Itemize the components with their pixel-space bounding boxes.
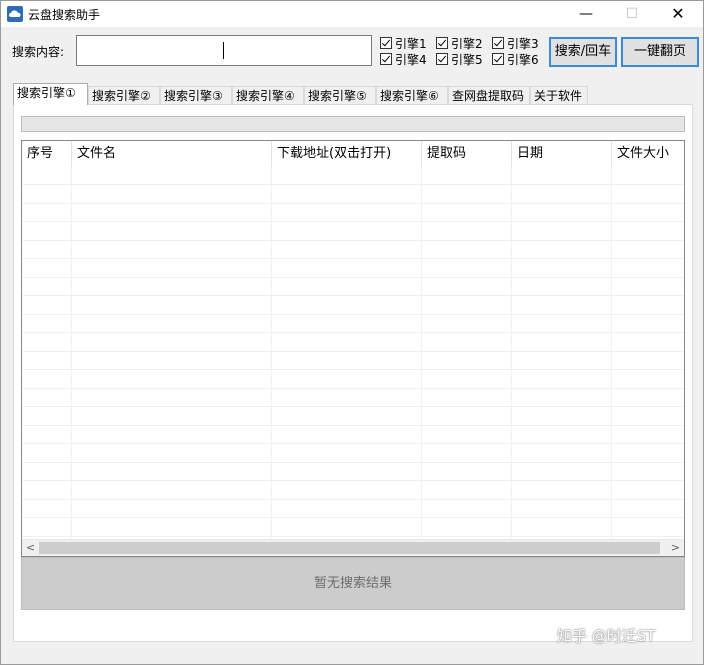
maximize-button[interactable]: ☐ [609, 1, 655, 27]
title-bar: 云盘搜索助手 — ☐ ✕ [1, 1, 703, 27]
tab-engine-2[interactable]: 搜索引擎② [88, 86, 160, 105]
row-divider [22, 332, 684, 333]
row-divider [22, 499, 684, 500]
tab-engine-4[interactable]: 搜索引擎④ [232, 86, 304, 105]
row-divider [22, 277, 684, 278]
row-divider [22, 314, 684, 315]
app-window: 云盘搜索助手 — ☐ ✕ 搜索内容: 引擎1 引擎2 引擎3 引擎4 引擎5 引… [0, 0, 704, 665]
checkbox-checked-icon [380, 37, 392, 49]
zhihu-watermark: 知乎 @时迁ST [557, 627, 656, 645]
row-divider [22, 184, 684, 185]
column-header-date[interactable]: 日期 [512, 141, 612, 167]
row-divider [22, 536, 684, 537]
search-button[interactable]: 搜索/回车 [549, 37, 617, 67]
checkbox-checked-icon [492, 53, 504, 65]
flip-pages-button[interactable]: 一键翻页 [621, 37, 699, 67]
column-divider [611, 167, 612, 539]
row-divider [22, 425, 684, 426]
row-divider [22, 351, 684, 352]
checkbox-checked-icon [380, 53, 392, 65]
column-header-extract-code[interactable]: 提取码 [422, 141, 512, 167]
text-caret [223, 42, 224, 59]
column-divider [271, 167, 272, 539]
scroll-left-icon[interactable]: < [22, 540, 39, 556]
column-header-download-url[interactable]: 下载地址(双击打开) [272, 141, 422, 167]
column-header-filesize[interactable]: 文件大小 [612, 141, 684, 167]
column-header-index[interactable]: 序号 [22, 141, 72, 167]
close-button[interactable]: ✕ [655, 1, 701, 27]
row-divider [22, 406, 684, 407]
results-table[interactable]: 序号 文件名 下载地址(双击打开) 提取码 日期 文件大小 < > [21, 140, 685, 557]
column-divider [511, 167, 512, 539]
window-title: 云盘搜索助手 [28, 8, 101, 22]
row-divider [22, 369, 684, 370]
tab-check-code[interactable]: 查网盘提取码 [448, 86, 530, 105]
search-progress-bar [21, 116, 685, 132]
row-divider [22, 462, 684, 463]
table-header: 序号 文件名 下载地址(双击打开) 提取码 日期 文件大小 [22, 141, 684, 167]
scroll-thumb[interactable] [39, 542, 660, 554]
row-divider [22, 388, 684, 389]
horizontal-scrollbar[interactable]: < > [22, 539, 684, 556]
tab-engine-1[interactable]: 搜索引擎① [13, 83, 88, 105]
checkbox-checked-icon [492, 37, 504, 49]
cloud-app-icon [7, 6, 23, 22]
row-divider [22, 517, 684, 518]
checkbox-checked-icon [436, 53, 448, 65]
column-divider [421, 167, 422, 539]
row-divider [22, 221, 684, 222]
row-divider [22, 240, 684, 241]
tab-panel: 序号 文件名 下载地址(双击打开) 提取码 日期 文件大小 < > 暂无搜索结果 [13, 104, 693, 642]
tab-engine-5[interactable]: 搜索引擎⑤ [304, 86, 376, 105]
column-header-filename[interactable]: 文件名 [72, 141, 272, 167]
search-input[interactable] [76, 35, 372, 66]
row-divider [22, 295, 684, 296]
row-divider [22, 480, 684, 481]
tab-engine-6[interactable]: 搜索引擎⑥ [376, 86, 448, 105]
row-divider [22, 203, 684, 204]
scroll-right-icon[interactable]: > [667, 540, 684, 556]
table-body [22, 167, 684, 539]
minimize-button[interactable]: — [563, 1, 609, 27]
search-label: 搜索内容: [12, 45, 65, 59]
checkbox-checked-icon [436, 37, 448, 49]
tab-about[interactable]: 关于软件 [530, 86, 588, 105]
tab-engine-3[interactable]: 搜索引擎③ [160, 86, 232, 105]
column-divider [71, 167, 72, 539]
search-result-status: 暂无搜索结果 [21, 557, 685, 610]
row-divider [22, 443, 684, 444]
row-divider [22, 258, 684, 259]
